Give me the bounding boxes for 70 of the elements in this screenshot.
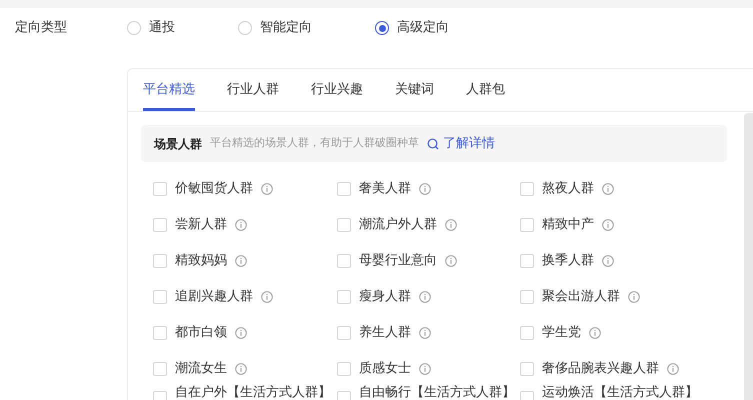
radio-option[interactable]: 高级定向 [375,18,512,38]
checkbox[interactable] [520,326,534,340]
tab[interactable]: 行业人群 [227,69,279,111]
checkbox[interactable] [153,182,167,196]
checkbox[interactable] [337,290,351,304]
audience-label: 精致妈妈 [175,252,227,270]
audience-label: 都市白领 [175,324,227,342]
checkbox[interactable] [153,326,167,340]
checkbox[interactable] [337,218,351,232]
info-icon [261,183,273,195]
checkbox[interactable] [153,362,167,376]
search-icon [427,138,439,150]
field-label: 定向类型 [14,19,68,38]
checkbox[interactable] [153,290,167,304]
audience-label: 奢侈品腕表兴趣人群 [542,360,659,378]
audience-label: 换季人群 [542,252,594,270]
audience-label: 尝新人群 [175,216,227,234]
radio-option[interactable]: 通投 [127,18,238,38]
info-icon [602,183,614,195]
audience-label: 质感女士 [359,360,411,378]
tab[interactable]: 人群包 [466,69,505,111]
tab[interactable]: 行业兴趣 [311,69,363,111]
info-icon [419,183,431,195]
learn-more-link[interactable]: 了解详情 [427,134,495,154]
checkbox[interactable] [520,362,534,376]
section-title: 场景人群 [154,136,202,152]
audience-label: 价敏囤货人群 [175,180,253,198]
info-icon [602,219,614,231]
checkbox[interactable] [337,254,351,268]
info-icon [235,219,247,231]
checkbox[interactable] [520,182,534,196]
audience-label: 聚会出游人群 [542,288,620,306]
checkbox[interactable] [337,326,351,340]
info-icon [261,291,273,303]
audience-label: 自由畅行【生活方式人群】 [359,384,515,400]
checkbox[interactable] [520,218,534,232]
info-icon [628,291,640,303]
audience-label: 运动焕活【生活方式人群】 [542,384,698,400]
checkbox[interactable] [337,182,351,196]
audience-label: 奢美人群 [359,180,411,198]
checkbox[interactable] [153,254,167,268]
audience-label: 精致中产 [542,216,594,234]
audience-label: 学生党 [542,324,581,342]
info-icon [667,363,679,375]
info-icon [445,255,457,267]
audience-label: 瘦身人群 [359,288,411,306]
audience-label: 自在户外【生活方式人群】 [175,384,331,400]
checkbox[interactable] [153,218,167,232]
info-icon [602,255,614,267]
audience-label: 母婴行业意向 [359,252,437,270]
info-icon [589,327,601,339]
info-icon [235,363,247,375]
tab[interactable]: 平台精选 [143,69,195,111]
info-icon [445,219,457,231]
audience-label: 潮流女生 [175,360,227,378]
checkbox[interactable] [520,290,534,304]
info-icon [419,363,431,375]
section-description: 平台精选的场景人群，有助于人群破圈种草 [210,135,419,152]
audience-label: 熬夜人群 [542,180,594,198]
radio-option[interactable]: 智能定向 [238,18,375,38]
audience-label: 养生人群 [359,324,411,342]
audience-label: 潮流户外人群 [359,216,437,234]
tab[interactable]: 关键词 [395,69,434,111]
info-icon [235,327,247,339]
info-icon [235,255,247,267]
checkbox[interactable] [520,254,534,268]
info-icon [419,327,431,339]
audience-label: 追剧兴趣人群 [175,288,253,306]
info-icon [419,291,431,303]
checkbox[interactable] [337,362,351,376]
